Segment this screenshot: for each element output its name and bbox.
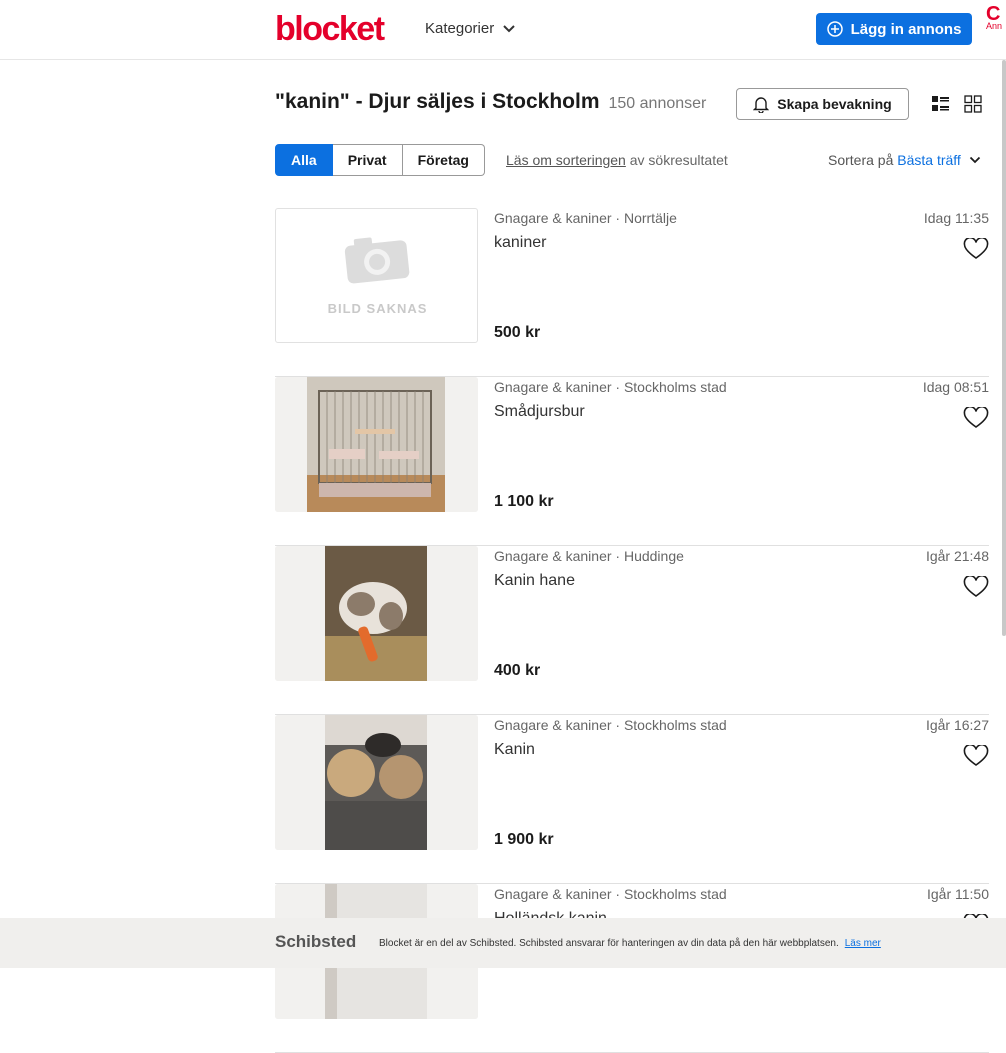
account-text: Ann bbox=[986, 21, 1003, 31]
camera-icon bbox=[344, 237, 410, 284]
listing-title[interactable]: Smådjursbur bbox=[494, 403, 585, 421]
listing-meta: Gnagare & kaniner · Stockholms stad bbox=[494, 717, 727, 733]
filter-company[interactable]: Företag bbox=[402, 144, 485, 176]
heart-icon[interactable] bbox=[963, 745, 989, 767]
sort-info-text: av sökresultatet bbox=[625, 152, 728, 168]
chevron-down-icon bbox=[969, 156, 980, 164]
missing-image-label: BILD SAKNAS bbox=[327, 301, 428, 316]
account-letter: C bbox=[986, 3, 1001, 25]
plus-circle-icon bbox=[826, 21, 843, 37]
listing-price: 500 kr bbox=[494, 324, 541, 341]
heart-icon[interactable] bbox=[963, 576, 989, 598]
listing-time: Igår 21:48 bbox=[925, 548, 989, 564]
listing-price: 1 900 kr bbox=[494, 831, 554, 848]
footer-description: Blocket är en del av Schibsted. Schibste… bbox=[379, 938, 839, 949]
listing-title[interactable]: Kanin bbox=[494, 741, 535, 759]
seller-filter: Alla Privat Företag bbox=[275, 144, 485, 176]
listing-meta: Gnagare & kaniner · Huddinge bbox=[494, 548, 684, 564]
heart-icon[interactable] bbox=[963, 238, 989, 260]
sort-value: Bästa träff bbox=[897, 152, 961, 168]
filter-all[interactable]: Alla bbox=[275, 144, 333, 176]
filter-private[interactable]: Privat bbox=[332, 144, 403, 176]
sort-select[interactable]: Sortera på Bästa träff bbox=[828, 152, 981, 168]
listing-title[interactable]: Kanin hane bbox=[494, 572, 575, 590]
grid-view-icon[interactable] bbox=[964, 95, 982, 113]
listing-time: Igår 11:50 bbox=[926, 886, 989, 902]
post-ad-button[interactable]: Lägg in annons bbox=[816, 13, 972, 45]
listing-image[interactable] bbox=[275, 715, 478, 850]
create-watch-label: Skapa bevakning bbox=[777, 96, 892, 112]
listing-item[interactable]: Gnagare & kaniner · Stockholms stad Kani… bbox=[275, 715, 989, 884]
sort-label: Sortera på bbox=[828, 152, 894, 168]
read-more-link[interactable]: Läs mer bbox=[845, 938, 881, 949]
result-count: 150 annonser bbox=[608, 95, 707, 112]
listing-image[interactable] bbox=[275, 546, 478, 681]
listing-item[interactable]: Gnagare & kaniner · Huddinge Kanin hane … bbox=[275, 546, 989, 715]
listing-price: 1 100 kr bbox=[494, 493, 554, 510]
listing-image-placeholder[interactable]: BILD SAKNAS bbox=[275, 208, 478, 343]
listing-meta: Gnagare & kaniner · Stockholms stad bbox=[494, 886, 727, 902]
page-title: "kanin" - Djur säljes i Stockholm bbox=[275, 90, 600, 113]
chevron-down-icon bbox=[503, 24, 515, 32]
sort-info: Läs om sorteringen av sökresultatet bbox=[506, 152, 728, 168]
rabbit-photo bbox=[275, 546, 478, 681]
blocket-logo[interactable]: blocket bbox=[275, 10, 385, 49]
account-link[interactable]: C Ann bbox=[986, 3, 1003, 32]
listing-meta: Gnagare & kaniner · Norrtälje bbox=[494, 210, 677, 226]
listing-meta: Gnagare & kaniner · Stockholms stad bbox=[494, 379, 727, 395]
heart-icon[interactable] bbox=[963, 407, 989, 429]
search-heading: "kanin" - Djur säljes i Stockholm 150 an… bbox=[275, 90, 706, 114]
listing-price: 400 kr bbox=[494, 662, 541, 679]
listing-item[interactable]: Gnagare & kaniner · Stockholms stad Holl… bbox=[275, 884, 989, 1053]
list-view-icon[interactable] bbox=[931, 95, 950, 113]
categories-label: Kategorier bbox=[425, 20, 495, 37]
schibsted-footer: Schibsted Blocket är en del av Schibsted… bbox=[0, 918, 1006, 968]
sort-info-link[interactable]: Läs om sorteringen bbox=[506, 152, 626, 168]
listing-item[interactable]: Gnagare & kaniner · Stockholms stad Småd… bbox=[275, 377, 989, 546]
create-watch-button[interactable]: Skapa bevakning bbox=[736, 88, 909, 120]
listing-item[interactable]: BILD SAKNAS Gnagare & kaniner · Norrtälj… bbox=[275, 208, 989, 377]
schibsted-logo: Schibsted bbox=[275, 932, 357, 951]
listing-title[interactable]: kaniner bbox=[494, 234, 546, 252]
categories-menu[interactable]: Kategorier bbox=[425, 20, 516, 37]
bell-icon bbox=[753, 96, 770, 113]
listing-time: Idag 11:35 bbox=[923, 210, 989, 226]
scrollbar[interactable] bbox=[1002, 60, 1006, 636]
listing-time: Igår 16:27 bbox=[925, 717, 989, 733]
listing-time: Idag 08:51 bbox=[922, 379, 989, 395]
top-navigation: blocket Kategorier Lägg in annons C Ann bbox=[0, 0, 1006, 60]
footer-text: Blocket är en del av Schibsted. Schibste… bbox=[379, 938, 881, 949]
listing-image[interactable] bbox=[275, 377, 478, 512]
post-ad-label: Lägg in annons bbox=[850, 20, 962, 38]
rabbits-photo bbox=[275, 715, 478, 850]
cage-photo bbox=[275, 377, 478, 512]
